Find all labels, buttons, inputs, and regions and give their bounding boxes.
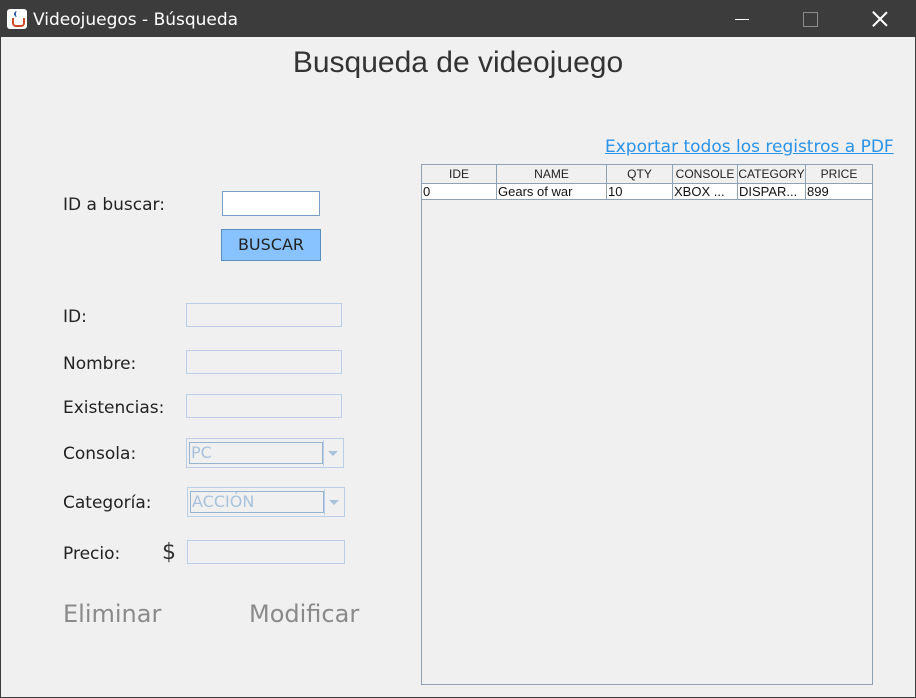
column-header-category[interactable]: CATEGORY (738, 165, 806, 184)
minimize-button[interactable] (719, 1, 765, 37)
console-select-value: PC (189, 442, 323, 464)
close-icon (872, 11, 888, 27)
java-cup-icon (7, 9, 27, 29)
maximize-icon (802, 11, 818, 27)
table-cell-price: 899 (806, 184, 873, 200)
price-field[interactable] (187, 540, 345, 564)
category-label: Categoría: (63, 493, 152, 513)
maximize-button[interactable] (787, 1, 833, 37)
category-select[interactable]: ACCIÓN (187, 487, 345, 517)
page-title: Busqueda de videojuego (292, 46, 624, 79)
column-header-console[interactable]: CONSOLE (673, 165, 738, 184)
id-field[interactable] (186, 303, 342, 327)
results-table[interactable]: IDE NAME QTY CONSOLE CATEGORY PRICE 0 Ge… (421, 164, 873, 685)
column-header-name[interactable]: NAME (497, 165, 607, 184)
buscar-button[interactable]: BUSCAR (221, 229, 321, 261)
column-header-ide[interactable]: IDE (422, 165, 497, 184)
search-id-input[interactable] (222, 191, 320, 216)
column-header-price[interactable]: PRICE (806, 165, 873, 184)
stock-field[interactable] (186, 394, 342, 418)
modify-button[interactable]: Modificar (249, 599, 359, 629)
table-cell-name: Gears of war (497, 184, 607, 200)
table-header: IDE NAME QTY CONSOLE CATEGORY PRICE (422, 165, 873, 184)
currency-symbol: $ (162, 540, 176, 565)
chevron-down-icon (328, 450, 338, 456)
table-cell-console: XBOX ... (673, 184, 738, 200)
table-cell-qty: 10 (607, 184, 673, 200)
table-row[interactable]: 0 Gears of war 10 XBOX ... DISPAR... 899 (422, 184, 873, 200)
console-label: Consola: (63, 444, 137, 464)
table-cell-ide: 0 (422, 184, 497, 200)
close-button[interactable] (857, 1, 903, 37)
title-bar[interactable]: Videojuegos - Búsqueda (1, 1, 915, 37)
stock-label: Existencias: (63, 398, 165, 418)
price-label: Precio: (63, 544, 121, 564)
id-label: ID: (63, 307, 87, 327)
console-select[interactable]: PC (186, 438, 344, 468)
category-select-value: ACCIÓN (190, 491, 324, 513)
table-cell-category: DISPAR... (738, 184, 806, 200)
app-window: Videojuegos - Búsqueda Busqueda de video… (0, 0, 916, 698)
delete-button[interactable]: Eliminar (63, 599, 161, 629)
minimize-icon (735, 18, 749, 20)
name-field[interactable] (186, 350, 342, 374)
search-id-label: ID a buscar: (63, 195, 165, 215)
category-dropdown-button[interactable] (324, 489, 343, 515)
column-header-qty[interactable]: QTY (607, 165, 673, 184)
name-label: Nombre: (63, 354, 137, 374)
chevron-down-icon (329, 499, 339, 505)
window-title: Videojuegos - Búsqueda (33, 10, 239, 30)
export-pdf-link[interactable]: Exportar todos los registros a PDF (605, 136, 894, 158)
console-dropdown-button[interactable] (323, 440, 342, 466)
